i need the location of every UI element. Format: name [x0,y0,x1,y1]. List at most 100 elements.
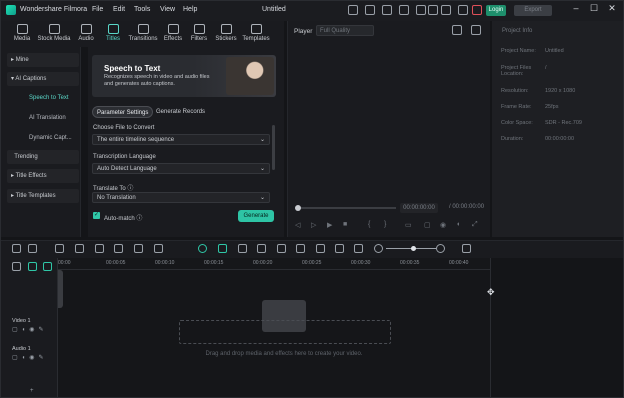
playhead[interactable] [58,270,63,308]
marker-icon[interactable] [277,244,286,253]
track-layout-icon[interactable] [462,244,471,253]
ruler-tick: 00:00:15 [204,260,224,266]
menu-edit[interactable]: Edit [113,6,125,13]
tab-stickers[interactable]: Stickers [213,24,239,46]
tab-transitions[interactable]: Transitions [127,24,159,46]
video-track-controls[interactable]: ▢◖◉✎ [12,326,48,333]
auto-match-label: Auto-match ⓘ [104,216,143,222]
cloud-upload-icon[interactable] [382,5,392,15]
crop-icon[interactable] [154,244,163,253]
sidebar-item-mine[interactable]: ▸ Mine [7,53,79,67]
seek-bar[interactable] [298,207,396,209]
audio-track-label: Audio 1 [12,346,31,352]
microphone-icon[interactable] [296,244,305,253]
camera-icon[interactable]: ◉ [440,221,446,229]
add-track-icon[interactable] [43,262,52,271]
login-button[interactable]: Login [486,5,506,16]
render-icon[interactable]: ▭ [405,221,412,229]
file-select[interactable]: The entire timeline sequence ⌄ [92,134,270,145]
chevron-down-icon: ⌄ [259,166,265,172]
zoom-handle[interactable] [411,246,416,251]
close-button[interactable]: ✕ [606,3,618,14]
info-key-duration: Duration: [501,136,524,142]
menu-file[interactable]: File [92,6,103,13]
play-back-icon[interactable]: ▷ [311,221,316,229]
gift-icon[interactable] [348,5,358,15]
tab-parameter-settings[interactable]: Parameter Settings [92,106,154,118]
panel-scrollbar[interactable] [272,125,275,170]
audio-track-controls[interactable]: ▢◖◉✎ [12,354,48,361]
fullscreen-icon[interactable]: ⤢ [472,221,478,229]
info-value-duration: 00:00:00:00 [545,136,575,142]
sidebar-item-title-templates[interactable]: ▸ Title Templates [7,189,79,203]
minimize-button[interactable]: – [570,3,582,13]
display-mode-icon[interactable] [452,25,462,35]
mark-out-icon[interactable]: } [384,221,386,228]
sidebar-item-dynamic-captions[interactable]: Dynamic Capt... [29,135,72,141]
tab-media[interactable]: Media [11,24,33,46]
language-select[interactable]: Auto Detect Language ⌄ [92,163,270,174]
split-icon[interactable] [114,244,123,253]
cart-icon[interactable] [472,5,482,15]
play-icon[interactable]: ▶ [327,221,332,229]
tutorial-icon[interactable] [399,5,409,15]
sidebar-item-ai-captions[interactable]: ▾ AI Captions [7,72,79,86]
mark-in-icon[interactable]: { [368,221,370,228]
menu-help[interactable]: Help [183,6,197,13]
multicam-icon[interactable] [335,244,344,253]
sidebar-item-speech-to-text[interactable]: Speech to Text [29,95,69,101]
ai-tool-icon[interactable] [316,244,325,253]
smart-cutout-icon[interactable] [218,244,227,253]
tab-titles[interactable]: Titles [102,24,124,46]
auto-reframe-icon[interactable] [238,244,247,253]
zoom-out-icon[interactable] [374,244,383,253]
tab-audio[interactable]: Audio [75,24,97,46]
magnet-icon[interactable] [28,262,37,271]
link-icon[interactable] [12,262,21,271]
menu-tools[interactable]: Tools [134,6,150,13]
send-icon[interactable] [365,5,375,15]
tab-generate-records[interactable]: Generate Records [152,106,209,118]
sidebar-item-title-effects[interactable]: ▸ Title Effects [7,169,79,183]
export-button[interactable]: Export [514,5,552,16]
tab-templates[interactable]: Templates [241,24,271,46]
zoom-in-icon[interactable] [436,244,445,253]
sidebar-item-trending[interactable]: Trending [7,150,79,164]
redo-icon[interactable] [75,244,84,253]
sidebar-item-ai-translation[interactable]: AI Translation [29,115,66,121]
help-icon[interactable] [428,5,438,15]
stabilize-icon[interactable] [257,244,266,253]
ai-copilot-icon[interactable] [198,244,207,253]
tab-stock-media[interactable]: Stock Media [36,24,72,46]
select-tool-icon[interactable] [28,244,37,253]
monitor-icon[interactable]: ▢ [424,221,431,229]
language-label: Transcription Language [93,154,156,160]
quality-select[interactable]: Full Quality [316,25,374,36]
seek-handle[interactable] [295,205,301,211]
maximize-button[interactable]: ☐ [588,3,600,14]
menu-view[interactable]: View [160,6,175,13]
translate-select[interactable]: No Translation ⌄ [92,192,270,203]
snapshot-icon[interactable] [471,25,481,35]
add-icon[interactable]: + [30,388,34,394]
transitions-icon [137,24,149,34]
undo-icon[interactable] [55,244,64,253]
delete-icon[interactable] [95,244,104,253]
layout-icon[interactable] [12,244,21,253]
notification-icon[interactable] [458,5,468,15]
save-icon[interactable] [416,5,426,15]
volume-icon[interactable]: ◖ [456,221,460,228]
tab-filters[interactable]: Filters [188,24,210,46]
generate-button[interactable]: Generate [238,210,274,222]
tab-effects[interactable]: Effects [161,24,185,46]
auto-match-checkbox[interactable]: ✓ [93,212,100,219]
effects-icon [167,24,179,34]
ruler-tick: 00:00:25 [302,260,322,266]
text-icon[interactable] [134,244,143,253]
stop-icon[interactable]: ■ [343,221,347,228]
account-icon[interactable] [441,5,451,15]
info-value-location: / [545,65,547,71]
keyframe-icon[interactable] [354,244,363,253]
media-drop-zone[interactable] [179,320,391,344]
prev-frame-icon[interactable]: ◁ [295,221,300,229]
